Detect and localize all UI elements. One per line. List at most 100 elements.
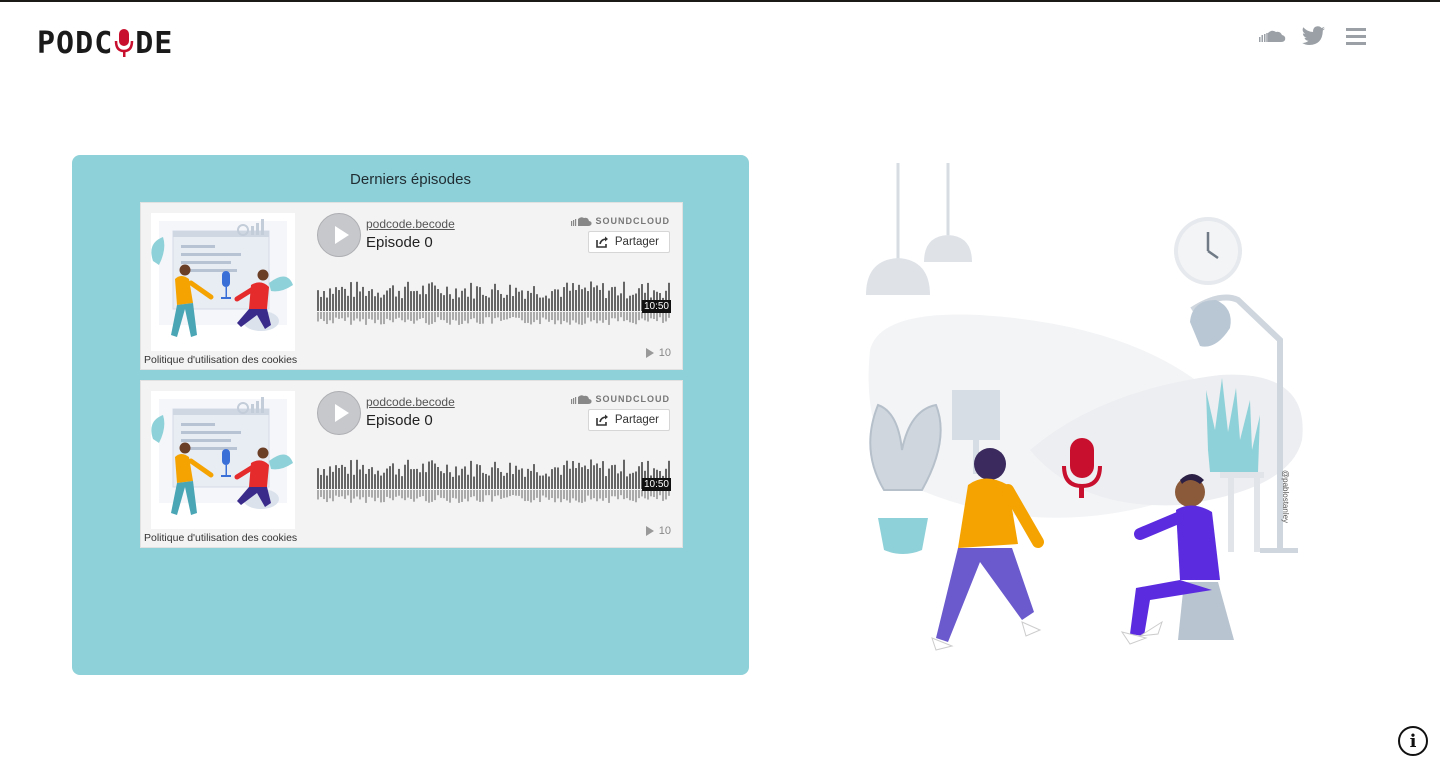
waveform-reflection [443,312,445,321]
waveform-reflection [338,490,340,497]
waveform-bar [395,474,397,489]
podcode-logo[interactable]: POD C DE [37,26,173,61]
waveform-reflection [596,312,598,324]
waveform-bar [347,295,349,311]
waveform-reflection [626,490,628,499]
waveform-bar [605,298,607,311]
waveform-bar [362,286,364,311]
cookie-policy-link[interactable]: Politique d'utilisation des cookies [144,532,297,544]
waveform-reflection [419,312,421,319]
waveform-bar [494,461,496,489]
waveform-reflection [644,312,646,321]
waveform-reflection [566,312,568,323]
waveform-reflection [503,490,505,498]
waveform-reflection [473,490,475,497]
waveform-bar [623,281,625,311]
waveform-bar [542,475,544,489]
waveform-reflection [581,312,583,325]
waveform-bar [593,465,595,489]
waveform-reflection [578,312,580,325]
waveform-reflection [647,312,649,322]
share-button[interactable]: Partager [587,231,670,253]
share-label: Partager [614,236,659,248]
waveform-bar [341,286,343,311]
uploader-link[interactable]: podcode.becode [366,217,455,231]
waveform-reflection [500,312,502,321]
waveform-reflection [470,490,472,498]
waveform-bar [479,287,481,311]
waveform-bar [446,286,448,311]
soundcloud-brand[interactable]: SOUNDCLOUD [570,215,671,227]
waveform-bar [521,290,523,311]
waveform-reflection [599,312,601,321]
waveform-bar [458,297,460,311]
share-button[interactable]: Partager [587,409,670,431]
info-icon[interactable]: i [1398,726,1428,756]
episode-artwork[interactable] [151,213,295,351]
waveform-reflection [365,490,367,503]
waveform-bar [602,461,604,489]
waveform-reflection [383,490,385,503]
soundcloud-player-card: Politique d'utilisation des cookies podc… [140,380,683,548]
waveform[interactable] [317,273,671,333]
waveform-reflection [548,312,550,322]
waveform-reflection [638,312,640,321]
waveform-reflection [581,490,583,503]
waveform-bar [410,469,412,489]
twitter-icon[interactable] [1300,24,1328,48]
share-icon [596,414,608,426]
waveform-bar [374,296,376,311]
play-button[interactable] [317,391,361,435]
waveform-reflection [473,312,475,319]
waveform-bar [359,291,361,311]
waveform-bar [563,287,565,311]
waveform-reflection [497,490,499,496]
waveform-reflection [446,490,448,501]
waveform-reflection [353,312,355,321]
waveform-bar [488,475,490,489]
waveform-bar [638,466,640,489]
waveform-bar [368,290,370,311]
uploader-link[interactable]: podcode.becode [366,395,455,409]
waveform-reflection [467,312,469,324]
waveform-reflection [341,490,343,497]
waveform-bar [329,466,331,489]
waveform-reflection [515,312,517,318]
waveform-reflection [533,490,535,501]
waveform-reflection [563,312,565,321]
waveform-bar [503,475,505,489]
waveform-bar [629,473,631,489]
header-nav [1258,24,1370,48]
waveform-bar [356,281,358,311]
waveform-reflection [422,312,424,319]
play-button[interactable] [317,213,361,257]
waveform-bar [455,288,457,311]
waveform-reflection [482,490,484,502]
waveform-reflection [338,312,340,319]
episode-title[interactable]: Episode 0 [366,234,433,251]
cookie-policy-link[interactable]: Politique d'utilisation des cookies [144,354,297,366]
waveform-reflection [440,490,442,498]
waveform-bar [620,293,622,311]
soundcloud-icon[interactable] [1258,24,1286,48]
waveform-bar [539,297,541,311]
waveform-bar [566,282,568,311]
waveform-bar [581,289,583,311]
waveform-reflection [536,312,538,320]
waveform-bar [596,463,598,489]
waveform-bar [497,290,499,311]
episode-artwork[interactable] [151,391,295,529]
waveform[interactable] [317,451,671,511]
waveform-reflection [590,312,592,322]
menu-icon[interactable] [1342,24,1370,48]
waveform-reflection [344,490,346,499]
waveform-bar [587,291,589,311]
waveform-reflection [470,312,472,320]
waveform-bar [533,286,535,311]
waveform-bar [353,296,355,311]
waveform-bar [332,293,334,311]
episode-title[interactable]: Episode 0 [366,412,433,429]
waveform-reflection [341,312,343,319]
soundcloud-brand[interactable]: SOUNDCLOUD [570,393,671,405]
soundcloud-player-card: Politique d'utilisation des cookies podc… [140,202,683,370]
